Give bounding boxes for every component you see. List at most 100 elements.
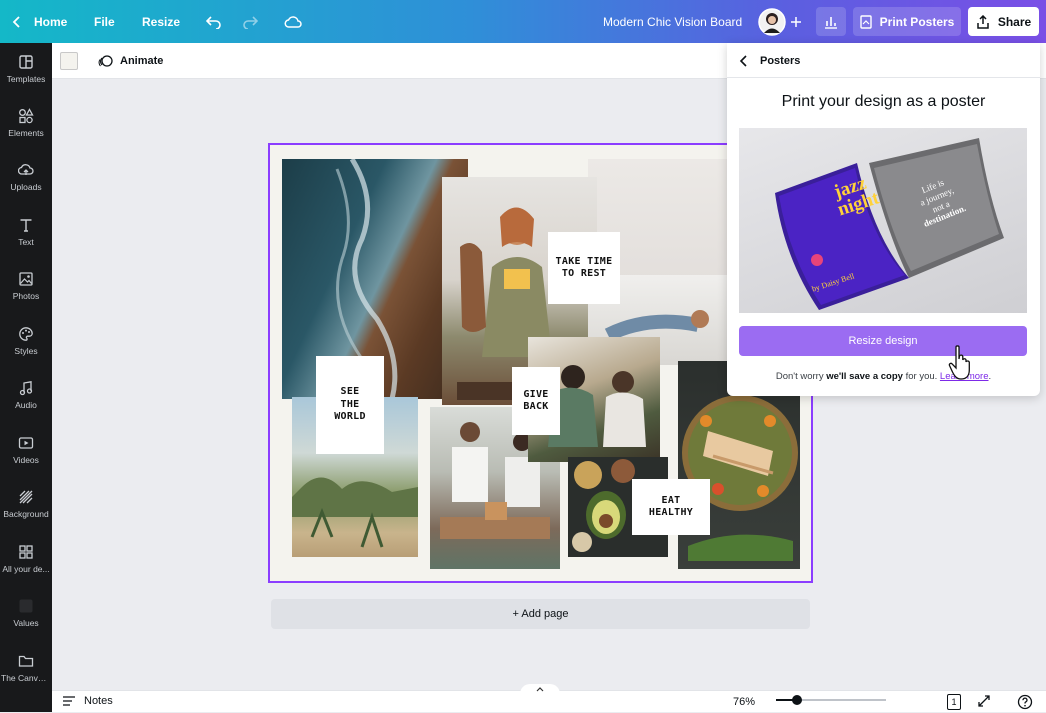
expand-pages-toggle[interactable]	[520, 684, 560, 694]
sidebar-item-background[interactable]: Background	[0, 478, 52, 530]
notes-label: Notes	[84, 695, 113, 707]
sidebar-item-label: Audio	[15, 400, 37, 410]
note-prefix: Don't worry	[775, 371, 824, 382]
zoom-slider-handle[interactable]	[792, 695, 802, 705]
print-posters-panel: Posters Print your design as a poster ja…	[727, 43, 1040, 396]
sidebar-item-audio[interactable]: Audio	[0, 369, 52, 421]
sidebar-item-label: All your de...	[2, 564, 50, 574]
sidebar-item-label: Text	[18, 237, 34, 247]
sidebar-item-label: Videos	[13, 455, 39, 465]
sidebar-item-styles[interactable]: Styles	[0, 315, 52, 367]
chevron-left-icon	[12, 15, 20, 28]
save-copy-note: Don't worry we'll save a copy for you. L…	[727, 371, 1040, 382]
animate-label: Animate	[120, 55, 164, 67]
sidebar-item-label: Values	[13, 618, 39, 628]
poster-mockup-graphic	[775, 138, 1004, 310]
panel-title: Print your design as a poster	[781, 93, 986, 110]
folder-icon	[18, 655, 34, 667]
redo-icon	[243, 15, 258, 29]
photos-icon	[19, 272, 33, 286]
panel-back-button[interactable]: Posters	[739, 43, 800, 78]
sidebar-item-values[interactable]: Values	[0, 587, 52, 639]
fullscreen-button[interactable]	[977, 694, 991, 711]
all-designs-icon	[19, 545, 33, 559]
design-title-text: Modern Chic Vision Board	[603, 14, 743, 29]
sidebar-item-label: Background	[3, 509, 49, 519]
note-suffix: for you.	[905, 371, 938, 382]
chevron-left-icon	[739, 54, 747, 67]
notes-button[interactable]: Notes	[62, 695, 113, 707]
insights-button[interactable]	[816, 7, 846, 36]
sidebar-item-all-designs[interactable]: All your de...	[0, 533, 52, 585]
note-eat-healthy[interactable]: EAT HEALTHY	[632, 479, 710, 535]
zoom-slider[interactable]	[776, 695, 886, 705]
sidebar-item-label: Styles	[14, 346, 38, 356]
note-give-back[interactable]: GIVE BACK	[512, 367, 560, 435]
notes-lines-icon	[63, 696, 75, 706]
help-button[interactable]	[1017, 694, 1033, 713]
video-icon	[18, 437, 34, 449]
upload-cloud-icon	[18, 164, 34, 175]
home-button[interactable]: Home	[12, 0, 67, 43]
sidebar-item-videos[interactable]: Videos	[0, 424, 52, 476]
plus-icon	[791, 16, 801, 27]
undo-icon	[206, 15, 221, 29]
resize-menu-button[interactable]: Resize	[142, 0, 180, 43]
bottom-bar: Notes 76% 1	[52, 684, 1046, 713]
sidebar-item-templates[interactable]: Templates	[0, 43, 52, 95]
page-count-button[interactable]: 1	[947, 694, 961, 710]
chevron-up-icon	[536, 687, 544, 692]
resize-label: Resize	[142, 14, 181, 29]
add-collaborator-button[interactable]	[790, 0, 802, 43]
note-bold: we'll save a copy	[826, 371, 903, 382]
animate-button[interactable]: Animate	[98, 43, 163, 79]
background-color-swatch[interactable]	[60, 52, 78, 70]
resize-design-button[interactable]: Resize design	[739, 326, 1027, 356]
share-upload-icon	[977, 14, 989, 29]
home-label: Home	[34, 14, 68, 29]
sidebar-item-uploads[interactable]: Uploads	[0, 151, 52, 203]
sidebar-item-canva-folder[interactable]: The Canva ...	[0, 642, 52, 694]
values-app-icon	[19, 599, 33, 613]
share-label: Share	[997, 14, 1032, 29]
sidebar-item-photos[interactable]: Photos	[0, 260, 52, 312]
side-panel-nav: Templates Elements Uploads Text Photos S…	[0, 43, 52, 712]
panel-header: Posters	[727, 43, 1040, 78]
avatar-photo-icon	[758, 7, 786, 36]
file-menu-button[interactable]: File	[94, 0, 115, 43]
note-take-time-to-rest[interactable]: TAKE TIME TO REST	[548, 232, 620, 304]
poster-preview-image: jazz night by Daisy Bell Life is a journ…	[739, 128, 1027, 313]
fullscreen-icon	[978, 695, 990, 707]
print-posters-button[interactable]: Print Posters	[853, 7, 961, 36]
text-icon	[20, 219, 32, 232]
undo-button[interactable]	[206, 0, 222, 43]
sidebar-item-elements[interactable]: Elements	[0, 97, 52, 149]
sidebar-item-text[interactable]: Text	[0, 206, 52, 258]
design-title[interactable]: Modern Chic Vision Board	[603, 0, 742, 43]
background-hatch-icon	[19, 490, 33, 504]
redo-button[interactable]	[242, 0, 258, 43]
cloud-icon	[284, 15, 302, 28]
file-label: File	[94, 14, 115, 29]
avatar[interactable]	[758, 0, 786, 43]
panel-back-label: Posters	[760, 54, 801, 67]
add-page-button[interactable]: + Add page	[271, 599, 810, 629]
sidebar-item-label: The Canva ...	[1, 673, 51, 683]
save-status-button[interactable]	[284, 0, 302, 43]
hand-cursor-icon	[948, 345, 970, 380]
zoom-level: 76%	[733, 696, 756, 708]
poster-icon	[859, 14, 872, 29]
share-button[interactable]: Share	[968, 7, 1039, 36]
sidebar-item-label: Elements	[8, 128, 44, 138]
sidebar-item-label: Photos	[12, 291, 40, 301]
elements-icon	[19, 108, 34, 124]
styles-palette-icon	[19, 327, 33, 341]
sidebar-item-label: Templates	[6, 74, 46, 84]
music-note-icon	[19, 381, 33, 396]
note-see-the-world[interactable]: SEE THE WORLD	[316, 356, 384, 454]
animate-icon	[98, 54, 113, 67]
help-question-icon	[1017, 694, 1033, 710]
top-bar: Home File Resize Modern Chic Vision Boar…	[0, 0, 1046, 43]
bar-chart-icon	[825, 16, 837, 29]
note-period: .	[988, 371, 992, 382]
